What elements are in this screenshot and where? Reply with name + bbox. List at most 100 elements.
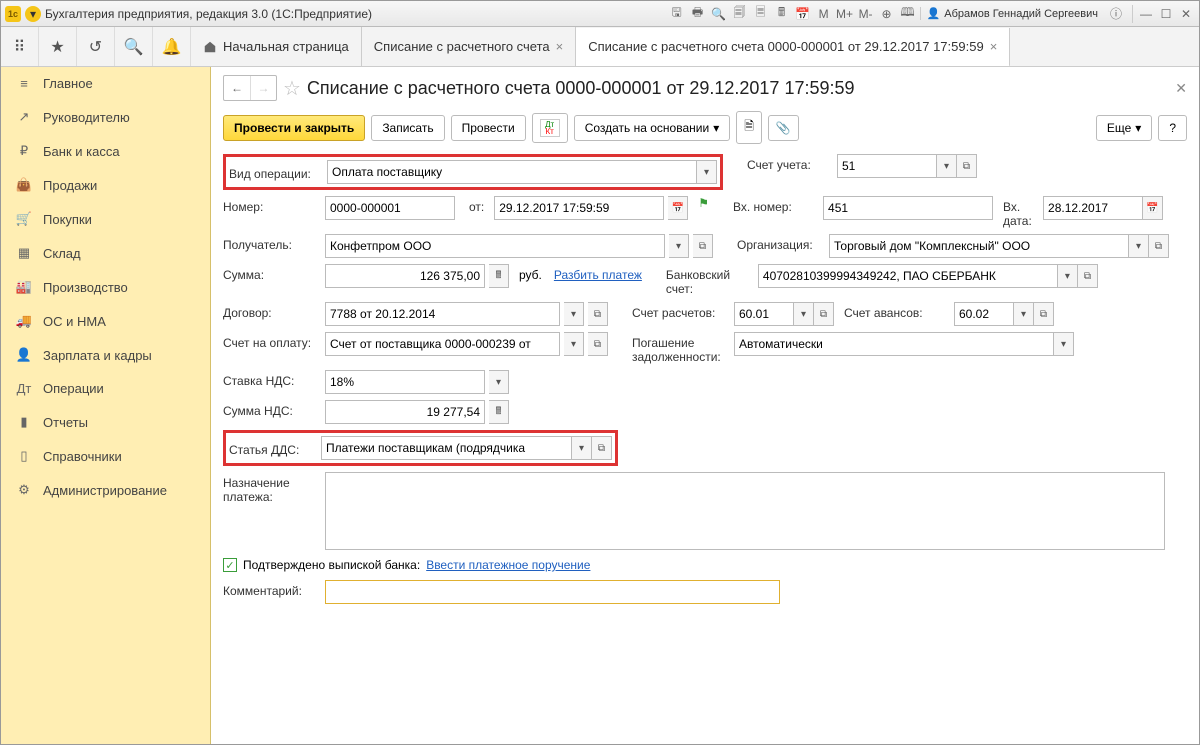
number-field[interactable]: 0000-000001 bbox=[325, 196, 455, 220]
print-icon[interactable]: 🖶 bbox=[689, 5, 707, 23]
close-icon[interactable]: × bbox=[556, 39, 564, 54]
tab-home[interactable]: Начальная страница bbox=[191, 27, 362, 66]
mem-mminus-icon[interactable]: M- bbox=[857, 5, 875, 23]
forward-button[interactable]: → bbox=[250, 76, 276, 100]
dropdown-icon[interactable]: ▾ bbox=[669, 234, 689, 258]
sidebar-item-2[interactable]: ₽Банк и касса bbox=[1, 134, 210, 168]
post-and-close-button[interactable]: Провести и закрыть bbox=[223, 115, 365, 141]
save-icon[interactable]: 🖫 bbox=[668, 5, 686, 23]
calendar-icon[interactable]: 📅 bbox=[794, 5, 812, 23]
close-window-icon[interactable]: ✕ bbox=[1177, 5, 1195, 23]
dropdown-icon[interactable]: ▾ bbox=[489, 370, 509, 394]
purpose-field[interactable] bbox=[325, 472, 1165, 550]
account-field[interactable]: 51 bbox=[837, 154, 937, 178]
enter-order-link[interactable]: Ввести платежное поручение bbox=[426, 558, 590, 572]
vat-sum-field[interactable]: 19 277,54 bbox=[325, 400, 485, 424]
bookmark-icon[interactable]: 🕮 bbox=[899, 5, 917, 23]
recipient-field[interactable]: Конфетпром ООО bbox=[325, 234, 665, 258]
copy-icon[interactable]: 🗐 bbox=[731, 5, 749, 23]
in-number-field[interactable]: 451 bbox=[823, 196, 993, 220]
mem-mplus-icon[interactable]: M+ bbox=[836, 5, 854, 23]
sum-field[interactable]: 126 375,00 bbox=[325, 264, 485, 288]
maximize-icon[interactable]: ☐ bbox=[1157, 5, 1175, 23]
sidebar-item-10[interactable]: ▮Отчеты bbox=[1, 405, 210, 439]
more-button[interactable]: Еще ▾ bbox=[1096, 115, 1152, 141]
open-icon[interactable]: ⧉ bbox=[814, 302, 834, 326]
in-date-field[interactable]: 28.12.2017 bbox=[1043, 196, 1143, 220]
contract-field[interactable]: 7788 от 20.12.2014 bbox=[325, 302, 560, 326]
open-icon[interactable]: ⧉ bbox=[588, 332, 608, 356]
dropdown-icon[interactable]: ▾ bbox=[1058, 264, 1078, 288]
attach-button[interactable]: 📎 bbox=[768, 115, 799, 141]
calc-icon[interactable]: 🖩 bbox=[773, 5, 791, 23]
dropdown-icon[interactable]: ▾ bbox=[1129, 234, 1149, 258]
print-doc-button[interactable]: 🗎 bbox=[736, 111, 762, 144]
open-icon[interactable]: ⧉ bbox=[957, 154, 977, 178]
sidebar-item-6[interactable]: 🏭Производство bbox=[1, 270, 210, 304]
dds-field[interactable]: Платежи поставщикам (подрядчика bbox=[321, 436, 572, 460]
calculator-icon[interactable]: 🖩 bbox=[489, 400, 509, 424]
op-type-field[interactable]: Оплата поставщику bbox=[327, 160, 697, 184]
dropdown-icon[interactable]: ▾ bbox=[1014, 302, 1034, 326]
sidebar-item-4[interactable]: 🛒Покупки bbox=[1, 202, 210, 236]
sidebar-item-5[interactable]: ▦Склад bbox=[1, 236, 210, 270]
close-icon[interactable]: × bbox=[990, 39, 998, 54]
dropdown-icon[interactable]: ▾ bbox=[937, 154, 957, 178]
mem-m-icon[interactable]: M bbox=[815, 5, 833, 23]
pay-acct-field[interactable]: Счет от поставщика 0000-000239 от bbox=[325, 332, 560, 356]
open-icon[interactable]: ⧉ bbox=[1034, 302, 1054, 326]
info-icon[interactable]: ⓘ bbox=[1107, 5, 1125, 23]
save-button[interactable]: Записать bbox=[371, 115, 444, 141]
favorite-star-icon[interactable]: ☆ bbox=[283, 76, 301, 101]
confirmed-checkbox[interactable]: ✓ bbox=[223, 558, 237, 572]
sidebar-item-1[interactable]: ↗Руководителю bbox=[1, 100, 210, 134]
dropdown-icon[interactable]: ▾ bbox=[564, 302, 584, 326]
comment-field[interactable] bbox=[325, 580, 780, 604]
sidebar-item-12[interactable]: ⚙Администрирование bbox=[1, 473, 210, 507]
open-icon[interactable]: ⧉ bbox=[592, 436, 612, 460]
tab-doc-current[interactable]: Списание с расчетного счета 0000-000001 … bbox=[576, 28, 1010, 66]
zoom-icon[interactable]: ⊕ bbox=[878, 5, 896, 23]
calendar-picker-icon[interactable]: 📅 bbox=[668, 196, 688, 220]
org-field[interactable]: Торговый дом "Комплексный" ООО bbox=[829, 234, 1129, 258]
sidebar-item-3[interactable]: 👜Продажи bbox=[1, 168, 210, 202]
apps-icon[interactable]: ⠿ bbox=[1, 27, 39, 66]
dtkt-button[interactable]: ДтКт bbox=[532, 113, 568, 143]
back-button[interactable]: ← bbox=[224, 76, 250, 100]
alerts-icon[interactable]: 🔔 bbox=[153, 27, 191, 66]
help-button[interactable]: ? bbox=[1158, 115, 1187, 141]
dropdown-icon[interactable]: ▾ bbox=[572, 436, 592, 460]
post-button[interactable]: Провести bbox=[451, 115, 526, 141]
date-field[interactable]: 29.12.2017 17:59:59 bbox=[494, 196, 664, 220]
dropdown-icon[interactable]: ▾ bbox=[697, 160, 717, 184]
settle-acct-field[interactable]: 60.01 bbox=[734, 302, 794, 326]
open-icon[interactable]: ⧉ bbox=[1078, 264, 1098, 288]
sidebar-item-8[interactable]: 👤Зарплата и кадры bbox=[1, 338, 210, 372]
open-icon[interactable]: ⧉ bbox=[588, 302, 608, 326]
history-icon[interactable]: ↺ bbox=[77, 27, 115, 66]
sidebar-item-11[interactable]: ▯Справочники bbox=[1, 439, 210, 473]
paste-icon[interactable]: 🗏 bbox=[752, 5, 770, 23]
favorites-icon[interactable]: ★ bbox=[39, 27, 77, 66]
sidebar-item-7[interactable]: 🚚ОС и НМА bbox=[1, 304, 210, 338]
dropdown-icon[interactable]: ▾ bbox=[564, 332, 584, 356]
open-icon[interactable]: ⧉ bbox=[1149, 234, 1169, 258]
open-icon[interactable]: ⧉ bbox=[693, 234, 713, 258]
app-dropdown-icon[interactable]: ▾ bbox=[25, 6, 41, 22]
advance-acct-field[interactable]: 60.02 bbox=[954, 302, 1014, 326]
split-payment-link[interactable]: Разбить платеж bbox=[554, 268, 642, 282]
dropdown-icon[interactable]: ▾ bbox=[1054, 332, 1074, 356]
user-badge[interactable]: 👤 Абрамов Геннадий Сергеевич bbox=[920, 7, 1104, 20]
debt-field[interactable]: Автоматически bbox=[734, 332, 1054, 356]
create-based-button[interactable]: Создать на основании ▾ bbox=[574, 115, 731, 141]
search-tool-icon[interactable]: 🔍 bbox=[115, 27, 153, 66]
sidebar-item-0[interactable]: ≡Главное bbox=[1, 67, 210, 100]
vat-rate-field[interactable]: 18% bbox=[325, 370, 485, 394]
tab-doc-list[interactable]: Списание с расчетного счета × bbox=[362, 27, 576, 66]
calculator-icon[interactable]: 🖩 bbox=[489, 264, 509, 288]
minimize-icon[interactable]: — bbox=[1137, 5, 1155, 23]
dropdown-icon[interactable]: ▾ bbox=[794, 302, 814, 326]
sidebar-item-9[interactable]: ДтОперации bbox=[1, 372, 210, 405]
calendar-picker-icon[interactable]: 📅 bbox=[1143, 196, 1163, 220]
preview-icon[interactable]: 🔍 bbox=[710, 5, 728, 23]
